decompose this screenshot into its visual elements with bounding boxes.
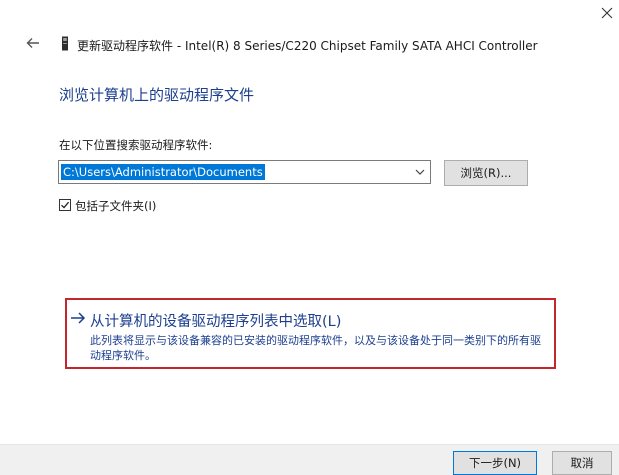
browse-button[interactable]: 浏览(R)... [444,160,528,186]
close-icon [601,7,613,19]
back-arrow-icon [26,38,39,48]
path-input-value[interactable]: C:\Users\Administrator\Documents [61,164,265,180]
path-combobox[interactable]: C:\Users\Administrator\Documents [58,160,431,184]
back-button[interactable] [24,34,42,52]
search-location-label: 在以下位置搜索驱动程序软件: [59,138,213,152]
chevron-down-icon[interactable] [414,167,426,177]
right-arrow-icon [71,312,86,324]
pick-from-list-description: 此列表将显示与该设备兼容的已安装的驱动程序软件，以及与该设备处于同一类别下的所有… [90,334,541,362]
pick-from-list-title[interactable]: 从计算机的设备驱动程序列表中选取(L) [90,310,341,331]
cancel-button[interactable]: 取消 [552,451,612,475]
include-subfolders-checkbox[interactable] [59,199,71,211]
close-button[interactable] [596,2,618,24]
device-icon [62,36,68,51]
window-title: 更新驱动程序软件 - Intel(R) 8 Series/C220 Chipse… [77,39,538,53]
next-button[interactable]: 下一步(N) [453,451,537,475]
checkmark-icon [61,201,70,209]
page-heading: 浏览计算机上的驱动程序文件 [59,86,255,104]
include-subfolders-label[interactable]: 包括子文件夹(I) [75,198,156,214]
